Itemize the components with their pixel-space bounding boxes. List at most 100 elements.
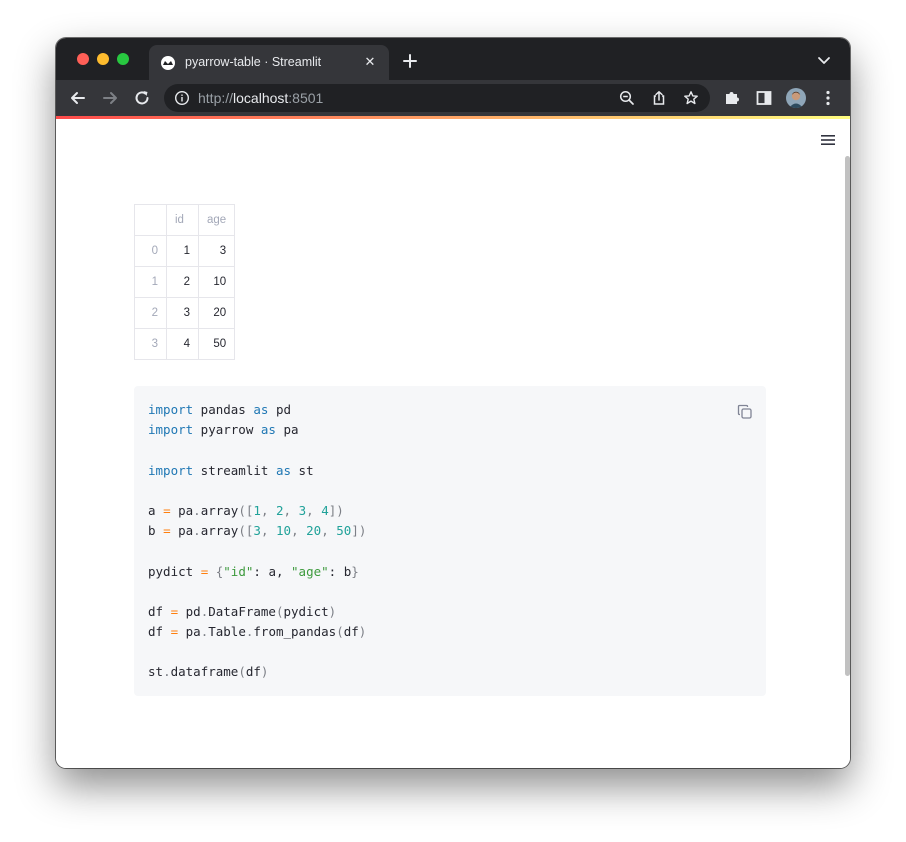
- tab-bar: pyarrow-table · Streamlit ✕: [56, 38, 850, 80]
- row-index[interactable]: 1: [134, 266, 167, 298]
- kebab-menu-icon[interactable]: [819, 89, 837, 107]
- code-line: import streamlit as st: [148, 461, 366, 481]
- code-token: ,: [260, 502, 276, 518]
- cell-id[interactable]: 3: [166, 297, 199, 329]
- code-token: import: [148, 422, 194, 438]
- tab-close-icon[interactable]: ✕: [361, 53, 379, 71]
- code-token: =: [163, 523, 171, 539]
- code-token: df: [148, 603, 171, 619]
- code-token: 20: [306, 523, 322, 539]
- cell-age[interactable]: 10: [197, 266, 236, 298]
- cell-age[interactable]: 20: [197, 297, 236, 329]
- new-tab-plus-icon[interactable]: [400, 51, 420, 71]
- code-line: df = pd.DataFrame(pydict): [148, 602, 366, 622]
- table-row: 0 1 3: [134, 235, 236, 267]
- active-tab[interactable]: pyarrow-table · Streamlit ✕: [149, 45, 389, 80]
- side-panel-icon[interactable]: [755, 89, 773, 107]
- code-token: 4: [321, 502, 329, 518]
- code-token: : b: [328, 563, 352, 579]
- code-token: ([: [238, 502, 254, 518]
- code-token: as: [260, 422, 276, 438]
- share-icon[interactable]: [651, 90, 667, 106]
- reload-icon[interactable]: [132, 88, 152, 108]
- code-token: 10: [276, 523, 292, 539]
- code-token: 3: [253, 523, 261, 539]
- url-text[interactable]: http://localhost:8501: [198, 90, 323, 106]
- star-icon[interactable]: [683, 90, 699, 106]
- code-token: df: [343, 624, 359, 640]
- address-bar[interactable]: http://localhost:8501: [164, 84, 710, 112]
- back-arrow-icon[interactable]: [68, 88, 88, 108]
- hamburger-icon[interactable]: [820, 133, 836, 147]
- code-token: st: [148, 664, 164, 680]
- code-token: pandas: [193, 402, 254, 417]
- code-token: a: [148, 502, 164, 518]
- cell-age[interactable]: 50: [197, 328, 236, 360]
- row-index[interactable]: 3: [134, 328, 167, 360]
- minimize-window-button[interactable]: [97, 53, 109, 65]
- code-token: }: [351, 563, 359, 579]
- tab-title: pyarrow-table · Streamlit: [185, 55, 322, 69]
- forward-arrow-icon[interactable]: [100, 88, 120, 108]
- cell-age[interactable]: 3: [197, 235, 236, 267]
- table-row: 2 3 20: [134, 297, 236, 329]
- close-window-button[interactable]: [77, 53, 89, 65]
- row-index[interactable]: 2: [134, 297, 167, 329]
- info-icon[interactable]: [174, 90, 190, 106]
- cell-id[interactable]: 4: [166, 328, 199, 360]
- cell-id[interactable]: 1: [166, 235, 199, 267]
- code-token: array: [200, 523, 239, 539]
- puzzle-icon[interactable]: [723, 89, 741, 107]
- code-token: (: [238, 664, 246, 680]
- code-block: import pandas as pd import pyarrow as pa …: [134, 386, 766, 696]
- streamlit-app: id age 0 1 3 1 2 10 2 3 20 3 4 50 import…: [56, 119, 850, 768]
- code-token: 50: [336, 523, 352, 539]
- column-header[interactable]: [134, 204, 167, 236]
- code-line: pydict = {"id": a, "age": b}: [148, 562, 366, 582]
- column-header[interactable]: id: [166, 204, 199, 236]
- code-token: array: [200, 502, 239, 518]
- code-token: "id": [223, 563, 254, 579]
- code-token: pydict: [283, 603, 329, 619]
- browser-toolbar: http://localhost:8501: [56, 80, 850, 116]
- code-token: .: [193, 502, 201, 518]
- zoom-out-icon[interactable]: [619, 90, 635, 106]
- browser-window: pyarrow-table · Streamlit ✕ http://local…: [56, 38, 850, 768]
- code-line: a = pa.array([1, 2, 3, 4]): [148, 501, 366, 521]
- row-index[interactable]: 0: [134, 235, 167, 267]
- cell-id[interactable]: 2: [166, 266, 199, 298]
- code-token: pydict: [148, 563, 201, 579]
- dataframe-header-row: id age: [134, 204, 236, 236]
- tab-search-chevron-icon[interactable]: [816, 52, 832, 68]
- code-token: import: [148, 462, 194, 478]
- code-line: import pandas as pd: [148, 400, 366, 420]
- code-token: pd: [268, 402, 292, 417]
- profile-avatar[interactable]: [786, 88, 806, 108]
- code-token: =: [170, 624, 179, 640]
- code-token: ,: [306, 502, 322, 518]
- code-token: b: [148, 523, 164, 539]
- code-token: =: [170, 603, 179, 619]
- code-token: dataframe: [170, 664, 239, 680]
- code-line: b = pa.array([3, 10, 20, 50]): [148, 521, 366, 541]
- code-token: ): [358, 624, 367, 640]
- code-token: pa: [170, 523, 194, 539]
- vertical-scrollbar[interactable]: [845, 156, 850, 676]
- url-scheme: http://: [198, 90, 234, 106]
- code-line: df = pa.Table.from_pandas(df): [148, 622, 366, 642]
- dataframe-table[interactable]: id age 0 1 3 1 2 10 2 3 20 3 4 50: [134, 204, 236, 360]
- code-token: (: [336, 624, 344, 640]
- code-token: ): [260, 664, 269, 680]
- code-token: Table: [208, 624, 246, 640]
- code-token: .: [163, 664, 171, 680]
- column-header[interactable]: age: [197, 204, 236, 236]
- code-token: pd: [178, 603, 201, 619]
- code-token: ]): [328, 502, 344, 518]
- maximize-window-button[interactable]: [117, 53, 129, 65]
- copy-icon[interactable]: [736, 403, 754, 421]
